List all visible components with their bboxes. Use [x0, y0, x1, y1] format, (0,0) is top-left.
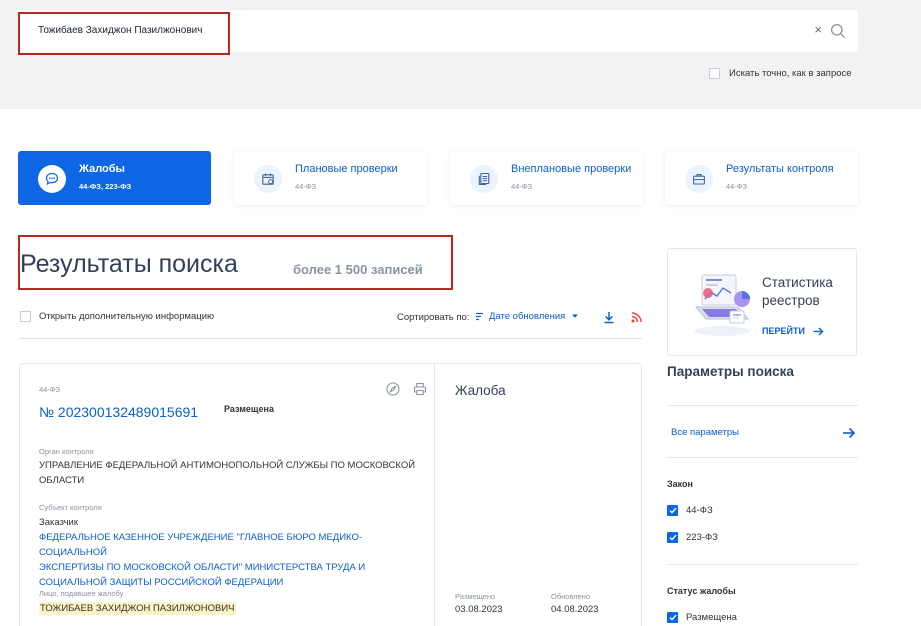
tile-title: Внеплановые проверки: [511, 163, 632, 175]
complaint-number-link[interactable]: № 202300132489015691: [39, 404, 198, 420]
chat-icon: [38, 165, 66, 193]
tab-planned-inspections[interactable]: Плановые проверки 44-ФЗ: [234, 151, 427, 205]
subject-line: СОЦИАЛЬНОЙ ЗАЩИТЫ РОССИЙСКОЙ ФЕДЕРАЦИИ: [39, 577, 284, 588]
status-option-posted[interactable]: Размещена: [667, 612, 737, 623]
checkbox-checked[interactable]: [667, 505, 678, 516]
card-law: 44-ФЗ: [39, 385, 61, 394]
briefcase-icon: [685, 165, 713, 193]
organ-line: ОБЛАСТИ: [39, 475, 85, 486]
open-info-option[interactable]: Открыть дополнительную информацию: [20, 311, 214, 322]
sort-dropdown[interactable]: Дате обновления: [475, 311, 579, 322]
law-option-223[interactable]: 223-ФЗ: [667, 532, 718, 543]
law-group-title: Закон: [667, 479, 693, 489]
statistics-go-label: ПЕРЕЙТИ: [762, 326, 805, 336]
status-badge: Размещена: [224, 404, 274, 414]
card-divider: [434, 364, 435, 626]
updated-label: Обновлено: [551, 592, 591, 601]
sort-icon: [476, 312, 483, 321]
document-type: Жалоба: [455, 383, 506, 398]
posted-label: Размещено: [455, 592, 496, 601]
arrow-right-icon: [813, 326, 824, 336]
print-icon[interactable]: [413, 382, 427, 396]
posted-date: 03.08.2023: [455, 604, 503, 615]
exact-search-option[interactable]: Искать точно, как в запросе: [709, 68, 852, 79]
statistics-illustration: [694, 274, 750, 336]
search-input[interactable]: Тожибаев Захиджон Пазилжонович ×: [18, 10, 858, 55]
statistics-card[interactable]: Статистика реестров ПЕРЕЙТИ: [667, 248, 857, 356]
tile-subtitle: 44-ФЗ: [511, 182, 533, 191]
option-label: 223-ФЗ: [686, 532, 718, 543]
option-label: Размещена: [686, 612, 737, 623]
checkbox-checked[interactable]: [667, 532, 678, 543]
filer-label: Лицо, подавшее жалобу: [39, 589, 124, 598]
tab-unplanned-inspections[interactable]: Внеплановые проверки 44-ФЗ: [450, 151, 643, 205]
clear-icon[interactable]: ×: [814, 22, 822, 37]
download-icon[interactable]: [603, 311, 615, 324]
search-highlight-frame: [18, 12, 230, 55]
tile-subtitle: 44-ФЗ, 223-ФЗ: [79, 182, 132, 191]
compass-icon[interactable]: [386, 382, 400, 396]
subject-link[interactable]: ФЕДЕРАЛЬНОЕ КАЗЕННОЕ УЧРЕЖДЕНИЕ "ГЛАВНОЕ…: [39, 530, 429, 590]
tile-title: Жалобы: [79, 163, 125, 175]
checkbox-checked[interactable]: [667, 612, 678, 623]
search-icon[interactable]: [830, 23, 846, 39]
statistics-title: Статистика реестров: [762, 274, 833, 310]
sort-value: Дате обновления: [489, 311, 566, 322]
tile-title: Результаты контроля: [726, 163, 834, 175]
divider: [667, 405, 858, 406]
tab-control-results[interactable]: Результаты контроля 44-ФЗ: [665, 151, 858, 205]
subject-line: ФЕДЕРАЛЬНОЕ КАЗЕННОЕ УЧРЕЖДЕНИЕ "ГЛАВНОЕ…: [39, 532, 363, 558]
params-title: Параметры поиска: [667, 364, 794, 379]
calendar-icon: [254, 165, 282, 193]
rss-icon[interactable]: [631, 312, 642, 323]
divider: [667, 457, 858, 458]
updated-date: 04.08.2023: [551, 604, 599, 615]
statistics-go-link[interactable]: ПЕРЕЙТИ: [762, 326, 824, 336]
arrow-right-icon[interactable]: [842, 426, 856, 440]
divider: [19, 338, 642, 339]
law-option-44[interactable]: 44-ФЗ: [667, 505, 713, 516]
card-border: [641, 364, 642, 626]
open-info-label: Открыть дополнительную информацию: [39, 311, 215, 322]
sort-label: Сортировать по:: [397, 312, 470, 323]
filer-name: ТОЖИБАЕВ ЗАХИДЖОН ПАЗИЛЖОНОВИЧ: [39, 602, 236, 615]
status-group-title: Статус жалобы: [667, 586, 736, 596]
tile-subtitle: 44-ФЗ: [295, 182, 317, 191]
exact-search-label: Искать точно, как в запросе: [729, 68, 852, 79]
organ-label: Орган контроля: [39, 447, 94, 456]
tile-subtitle: 44-ФЗ: [726, 182, 748, 191]
results-highlight-frame: [18, 235, 453, 290]
subject-line: ЭКСПЕРТИЗЫ ПО МОСКОВСКОЙ ОБЛАСТИ" МИНИСТ…: [39, 562, 366, 573]
statistics-title-line: реестров: [762, 293, 820, 308]
exact-search-checkbox[interactable]: [709, 68, 720, 79]
documents-icon: [470, 165, 498, 193]
tab-complaints[interactable]: Жалобы 44-ФЗ, 223-ФЗ: [18, 151, 211, 205]
organ-value: УПРАВЛЕНИЕ ФЕДЕРАЛЬНОЙ АНТИМОНОПОЛЬНОЙ С…: [39, 458, 429, 488]
statistics-title-line: Статистика: [762, 275, 833, 290]
open-info-checkbox[interactable]: [20, 311, 31, 322]
organ-line: УПРАВЛЕНИЕ ФЕДЕРАЛЬНОЙ АНТИМОНОПОЛЬНОЙ С…: [39, 460, 416, 471]
divider: [667, 564, 858, 565]
all-params-link[interactable]: Все параметры: [671, 427, 739, 438]
chevron-down-icon: [572, 314, 579, 318]
tile-title: Плановые проверки: [295, 163, 398, 175]
subject-label: Субъект контроля: [39, 503, 102, 512]
subject-role: Заказчик: [39, 517, 79, 528]
option-label: 44-ФЗ: [686, 505, 713, 516]
